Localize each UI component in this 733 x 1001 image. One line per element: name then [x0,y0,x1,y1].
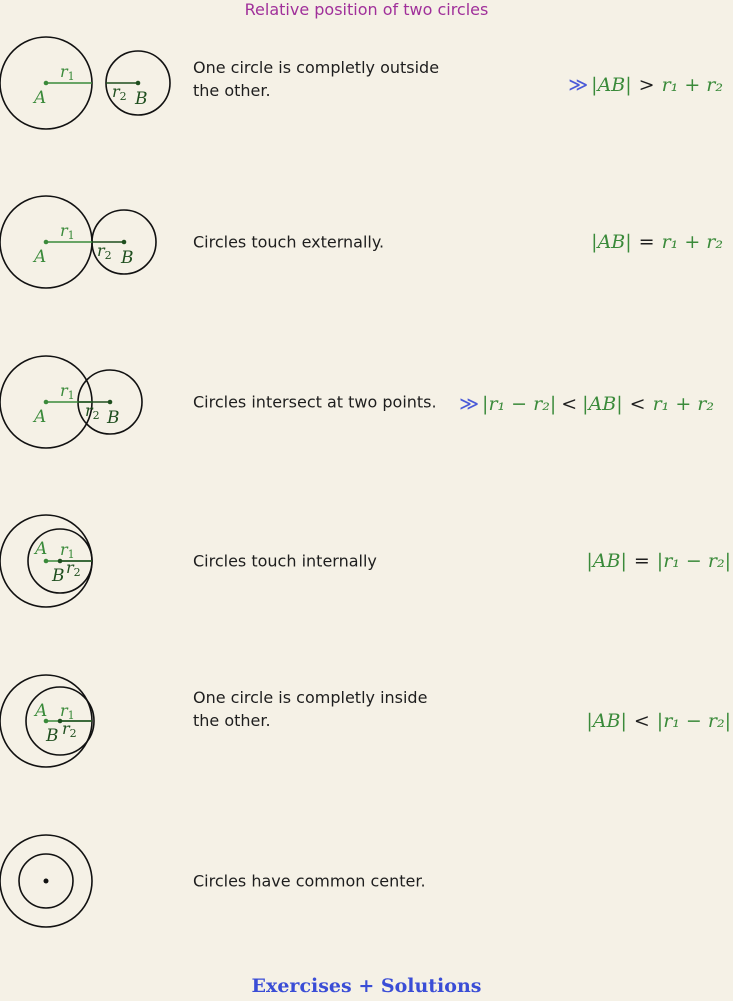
circles-touch-internal-diagram: A r1 r2 B [0,514,93,608]
relation-formula: |AB| = |r₁ − r₂| [586,550,731,572]
row-description: Circles have common center. [193,871,426,891]
page-title: Relative position of two circles [244,0,489,19]
relation-op: < [629,393,646,415]
label-b: B [120,248,134,268]
label-b: B [51,566,65,586]
label-r2: r2 [112,82,127,103]
relation-marker-icon: ≫ [459,393,480,415]
circles-touch-external-diagram: A r1 r2 B [0,195,157,289]
relation-rhs: r₁ + r₂ [661,74,723,96]
label-r2: r2 [97,241,112,262]
label-r2: r2 [85,401,100,422]
relation-formula: |AB| = r₁ + r₂ [591,231,723,253]
row-description: One circle is completly inside the other… [193,688,428,730]
row-outside: A r1 r2 B One circle is completly outsid… [0,23,733,143]
label-b: B [106,408,120,428]
relation-rhs: |r₁ − r₂| [656,710,731,732]
row-description: Circles intersect at two points. [193,392,437,412]
row-description: Circles touch internally [193,551,377,571]
relation-prefix-op: < [561,393,578,415]
relation-formula: |AB| < |r₁ − r₂| [586,710,731,732]
relation-rhs: r₁ + r₂ [652,393,714,415]
row-touch-external: A r1 r2 B Circles touch externally. |AB|… [0,182,733,302]
label-r1: r1 [60,221,75,242]
exercises-solutions-link[interactable]: Exercises + Solutions [0,975,733,997]
label-b: B [134,89,148,109]
relation-lhs: |AB| [586,710,627,732]
row-concentric: Circles have common center. [0,821,733,941]
relation-lhs: |AB| [591,231,632,253]
relation-op: < [633,710,650,732]
relation-lhs: |AB| [591,74,632,96]
label-r1: r1 [60,62,75,83]
relation-op: = [633,550,650,572]
circles-inside-diagram: A r1 r2 B [0,674,95,768]
label-a: A [33,539,47,559]
relation-lhs: |AB| [586,550,627,572]
relation-marker-icon: ≫ [568,74,589,96]
row-description: Circles touch externally. [193,232,385,252]
label-a: A [32,407,46,427]
relation-prefix: |r₁ − r₂| [482,393,557,415]
row-description: One circle is completly outside the othe… [193,58,440,100]
circles-outside-diagram: A r1 r2 B [0,36,171,130]
relation-rhs: |r₁ − r₂| [656,550,731,572]
label-a: A [33,701,47,721]
row-intersect: A r1 r2 B Circles intersect at two point… [0,342,733,462]
label-a: A [32,247,46,267]
row-inside: A r1 r2 B One circle is completly inside… [0,661,733,781]
relation-op: = [638,231,655,253]
circles-intersect-diagram: A r1 r2 B [0,355,143,449]
label-a: A [32,88,46,108]
label-b: B [45,726,59,746]
relation-formula: ≫ |AB| > r₁ + r₂ [568,74,723,96]
label-r2: r2 [62,719,77,740]
relation-op: > [638,74,655,96]
relation-rhs: r₁ + r₂ [661,231,723,253]
label-r1: r1 [60,381,75,402]
relation-lhs: |AB| [582,393,623,415]
relation-formula: ≫ |r₁ − r₂| < |AB| < r₁ + r₂ [459,393,714,415]
row-touch-internal: A r1 r2 B Circles touch internally |AB| =… [0,501,733,621]
circles-concentric-diagram [0,834,93,928]
